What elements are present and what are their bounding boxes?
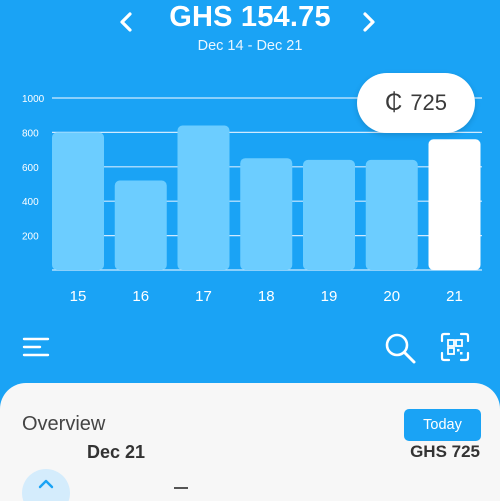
- chart-bar[interactable]: [240, 158, 293, 270]
- search-icon: [385, 333, 416, 364]
- x-tick-label: 20: [383, 288, 400, 305]
- search-button[interactable]: [383, 331, 417, 365]
- menu-icon: [22, 337, 50, 357]
- menu-button[interactable]: [22, 335, 50, 359]
- overview-title: Overview: [22, 413, 106, 435]
- today-button[interactable]: Today: [404, 409, 481, 441]
- overview-panel: Overview Today Dec 21 GHS 725: [0, 383, 500, 501]
- chart-bar[interactable]: [52, 132, 104, 270]
- tooltip-value: 725: [410, 90, 448, 115]
- chart-bar[interactable]: [177, 125, 230, 270]
- expand-transaction-button[interactable]: [22, 469, 70, 501]
- y-tick-label: 1000: [22, 94, 45, 105]
- y-tick-label: 600: [22, 163, 39, 174]
- qr-scan-icon: [440, 332, 470, 362]
- y-tick-label: 800: [22, 128, 39, 139]
- transaction-date: Dec 21: [87, 442, 146, 462]
- header: GHS 154.75 Dec 14 - Dec 21: [0, 0, 500, 60]
- x-tick-label: 18: [258, 288, 275, 305]
- x-tick-label: 21: [446, 288, 463, 305]
- y-tick-label: 200: [22, 232, 39, 243]
- cedi-symbol: ₵: [384, 89, 403, 116]
- chart-bar[interactable]: [365, 159, 418, 270]
- chart-bar[interactable]: [114, 180, 167, 270]
- total-amount: GHS 154.75: [169, 1, 331, 33]
- x-tick-label: 17: [195, 288, 212, 305]
- chart-bar[interactable]: [303, 159, 355, 270]
- chart-bar-selected[interactable]: [428, 139, 481, 270]
- next-week-button[interactable]: [357, 9, 381, 35]
- x-tick-label: 19: [321, 288, 338, 305]
- x-tick-label: 15: [70, 288, 87, 305]
- selected-bar-tooltip: ₵ 725: [357, 73, 475, 133]
- date-range: Dec 14 - Dec 21: [197, 38, 303, 54]
- y-tick-label: 400: [22, 197, 39, 208]
- chevron-up-icon: [38, 479, 54, 489]
- transaction-divider: [174, 487, 188, 489]
- chevron-right-icon: [363, 12, 375, 32]
- transaction-amount: GHS 725: [410, 442, 480, 461]
- qr-scan-button[interactable]: [440, 332, 470, 362]
- x-tick-label: 16: [132, 288, 149, 305]
